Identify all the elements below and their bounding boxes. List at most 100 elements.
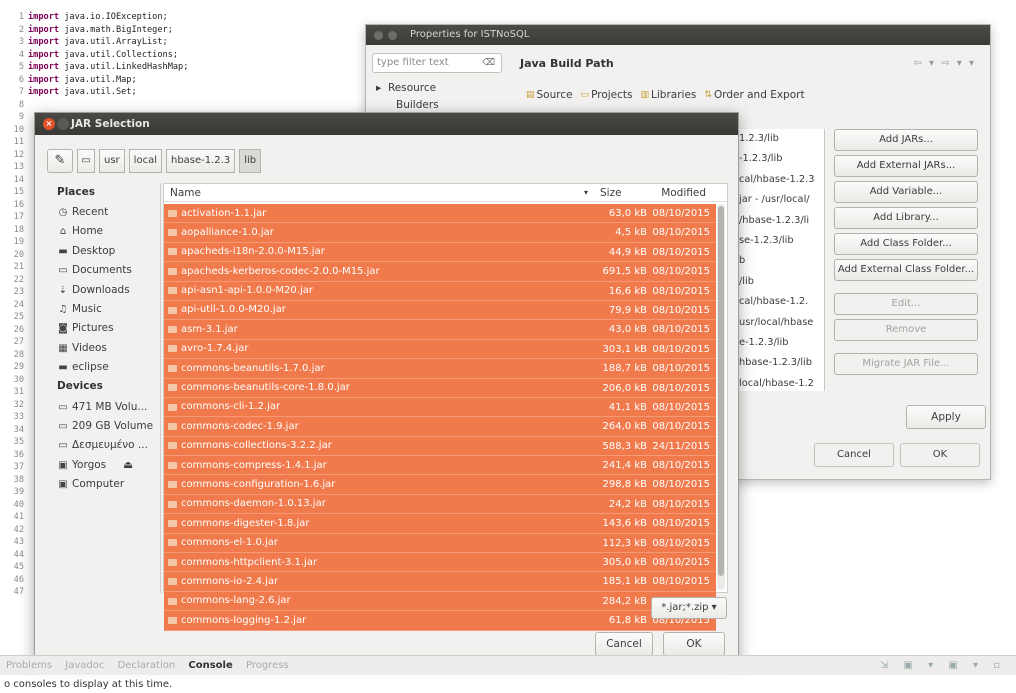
library-entry[interactable]: /hbase-1.2.3/li bbox=[733, 211, 824, 231]
code-line[interactable]: 40 bbox=[0, 500, 28, 510]
tab-source[interactable]: ▤ Source bbox=[526, 89, 573, 101]
code-line[interactable]: 41 bbox=[0, 512, 28, 522]
place-pictures[interactable]: ◙ Pictures bbox=[47, 319, 160, 338]
file-row[interactable]: commons-codec-1.9.jar 264,0 kB 08/10/2015 bbox=[164, 417, 716, 437]
code-line[interactable]: 47 bbox=[0, 587, 28, 597]
code-line[interactable]: 18 bbox=[0, 225, 28, 235]
edit-button[interactable]: Edit... bbox=[834, 293, 978, 315]
code-line[interactable]: 1 import java.io.IOException; bbox=[0, 12, 168, 22]
code-line[interactable]: 5 import java.util.LinkedHashMap; bbox=[0, 62, 189, 72]
library-entry[interactable]: usr/local/hbase bbox=[733, 313, 824, 333]
file-row[interactable]: commons-compress-1.4.1.jar 241,4 kB 08/10/… bbox=[164, 456, 716, 476]
path-crumb-usr[interactable]: usr bbox=[99, 149, 125, 173]
tree-item-builders[interactable]: Builders bbox=[396, 99, 439, 111]
file-row[interactable]: commons-beanutils-core-1.8.0.jar 206,0 kB… bbox=[164, 378, 716, 398]
library-entry[interactable]: cal/hbase-1.2.3 bbox=[733, 170, 824, 190]
code-line[interactable]: 17 bbox=[0, 212, 28, 222]
library-entry[interactable]: 1.2.3/lib bbox=[733, 129, 824, 149]
code-line[interactable]: 38 bbox=[0, 475, 28, 485]
properties-ok-button[interactable]: OK bbox=[900, 443, 980, 467]
console-toolbar-icons[interactable]: ⇲ ▣ ▾ ▣ ▾ ▫ bbox=[880, 656, 1006, 676]
place-videos[interactable]: ▦ Videos bbox=[47, 339, 160, 358]
code-line[interactable]: 14 bbox=[0, 175, 28, 185]
column-size[interactable]: Size bbox=[594, 184, 644, 201]
properties-cancel-button[interactable]: Cancel bbox=[814, 443, 894, 467]
library-entry[interactable]: e-1.2.3/lib bbox=[733, 333, 824, 353]
place-209-gb-volume[interactable]: ▭ 209 GB Volume bbox=[47, 417, 160, 436]
tab-javadoc[interactable]: Javadoc bbox=[65, 660, 104, 671]
library-entry[interactable]: cal/hbase-1.2. bbox=[733, 292, 824, 312]
code-line[interactable]: 19 bbox=[0, 237, 28, 247]
add-class-folder-button[interactable]: Add Class Folder... bbox=[834, 233, 978, 255]
jar-cancel-button[interactable]: Cancel bbox=[595, 632, 653, 656]
file-row[interactable]: apacheds-i18n-2.0.0-M15.jar 44,9 kB 08/10/… bbox=[164, 242, 716, 263]
file-row[interactable]: commons-lang-2.6.jar284,2 kB08/10/2015 bbox=[164, 591, 716, 612]
file-row[interactable]: commons-configuration-1.6.jar 298,8 kB 08/… bbox=[164, 475, 716, 495]
tab-libraries[interactable]: ▥ Libraries bbox=[641, 89, 697, 101]
code-line[interactable]: 10 bbox=[0, 125, 28, 135]
apply-button[interactable]: Apply bbox=[906, 405, 986, 429]
code-line[interactable]: 33 bbox=[0, 412, 28, 422]
code-line[interactable]: 16 bbox=[0, 200, 28, 210]
file-row[interactable]: api-asn1-api-1.0.0-M20.jar 16,6 kB 08/10/2… bbox=[164, 281, 716, 301]
file-list[interactable]: Name ▾ Size Modified activation-1.1.jar 63… bbox=[163, 183, 728, 631]
code-line[interactable]: 12 bbox=[0, 150, 28, 160]
code-line[interactable]: 31 bbox=[0, 387, 28, 397]
code-line[interactable]: 28 bbox=[0, 350, 28, 360]
code-line[interactable]: 35 bbox=[0, 437, 28, 447]
place-eclipse[interactable]: ▬ eclipse bbox=[47, 358, 160, 377]
code-line[interactable]: 37 bbox=[0, 462, 28, 472]
code-line[interactable]: 46 bbox=[0, 575, 28, 585]
jar-ok-button[interactable]: OK bbox=[663, 632, 725, 656]
code-line[interactable]: 30 bbox=[0, 375, 28, 385]
column-name[interactable]: Name ▾ bbox=[164, 184, 594, 201]
code-line[interactable]: 27 bbox=[0, 337, 28, 347]
library-entry[interactable]: /lib bbox=[733, 272, 824, 292]
properties-titlebar[interactable]: Properties for ISTNoSQL bbox=[366, 25, 990, 45]
expand-arrow-icon[interactable]: ▸ bbox=[376, 82, 381, 94]
file-type-filter[interactable]: *.jar;*.zip ▾ bbox=[651, 597, 727, 619]
place-yorgos[interactable]: ▣ Yorgos ⏏ bbox=[47, 456, 160, 475]
file-row[interactable]: commons-io-2.4.jar 185,1 kB 08/10/2015 bbox=[164, 572, 716, 592]
file-row[interactable]: commons-cli-1.2.jar 41,1 kB 08/10/2015 bbox=[164, 397, 716, 418]
library-entry[interactable]: -1.2.3/lib bbox=[733, 149, 824, 169]
library-entry[interactable]: se-1.2.3/lib bbox=[733, 231, 824, 251]
remove-button[interactable]: Remove bbox=[834, 319, 978, 341]
code-line[interactable]: 29 bbox=[0, 362, 28, 372]
tab-problems[interactable]: Problems bbox=[6, 660, 52, 671]
tab-console[interactable]: Console bbox=[188, 660, 232, 671]
jar-dialog-titlebar[interactable]: × JAR Selection bbox=[35, 113, 738, 135]
place-471-mb-volu[interactable]: ▭ 471 MB Volu... bbox=[47, 398, 160, 417]
code-line[interactable]: 23 bbox=[0, 287, 28, 297]
file-row[interactable]: commons-beanutils-1.7.0.jar 188,7 kB 08/10… bbox=[164, 359, 716, 379]
add-variable-button[interactable]: Add Variable... bbox=[834, 181, 978, 203]
code-line[interactable]: 32 bbox=[0, 400, 28, 410]
tab-declaration[interactable]: Declaration bbox=[118, 660, 176, 671]
pencil-icon[interactable]: ✎ bbox=[47, 149, 73, 173]
code-line[interactable]: 13 bbox=[0, 162, 28, 172]
eject-icon[interactable]: ⏏ bbox=[123, 456, 133, 475]
library-entry[interactable]: jar - /usr/local/ bbox=[733, 190, 824, 210]
file-row[interactable]: avro-1.7.4.jar 303,1 kB 08/10/2015 bbox=[164, 339, 716, 360]
code-line[interactable]: 21 bbox=[0, 262, 28, 272]
code-line[interactable]: 15 bbox=[0, 187, 28, 197]
tree-item-resource[interactable]: ▸ Resource bbox=[376, 82, 436, 94]
add-external-class-folder-button[interactable]: Add External Class Folder... bbox=[834, 259, 978, 281]
place-documents[interactable]: ▭ Documents bbox=[47, 261, 160, 280]
minimize-icon[interactable] bbox=[57, 118, 69, 130]
file-row[interactable]: apacheds-kerberos-codec-2.0.0-M15.jar 691… bbox=[164, 262, 716, 282]
add-jars-button[interactable]: Add JARs... bbox=[834, 129, 978, 151]
place-home[interactable]: ⌂ Home bbox=[47, 222, 160, 241]
file-row[interactable]: commons-digester-1.8.jar 143,6 kB 08/10/20… bbox=[164, 514, 716, 534]
file-row[interactable]: api-util-1.0.0-M20.jar 79,9 kB 08/10/2015 bbox=[164, 300, 716, 321]
path-crumb-local[interactable]: local bbox=[128, 149, 162, 173]
library-entry[interactable]: local/hbase-1.2 bbox=[733, 374, 824, 391]
code-line[interactable]: 36 bbox=[0, 450, 28, 460]
code-line[interactable]: 4 import java.util.Collections; bbox=[0, 50, 178, 60]
library-entry[interactable]: hbase-1.2.3/lib bbox=[733, 353, 824, 373]
code-line[interactable]: 11 bbox=[0, 137, 28, 147]
code-line[interactable]: 45 bbox=[0, 562, 28, 572]
place-downloads[interactable]: ⇣ Downloads bbox=[47, 281, 160, 300]
add-external-jars-button[interactable]: Add External JARs... bbox=[834, 155, 978, 177]
library-list[interactable]: 1.2.3/lib -1.2.3/lib cal/hbase-1.2.3 jar - … bbox=[733, 129, 825, 391]
